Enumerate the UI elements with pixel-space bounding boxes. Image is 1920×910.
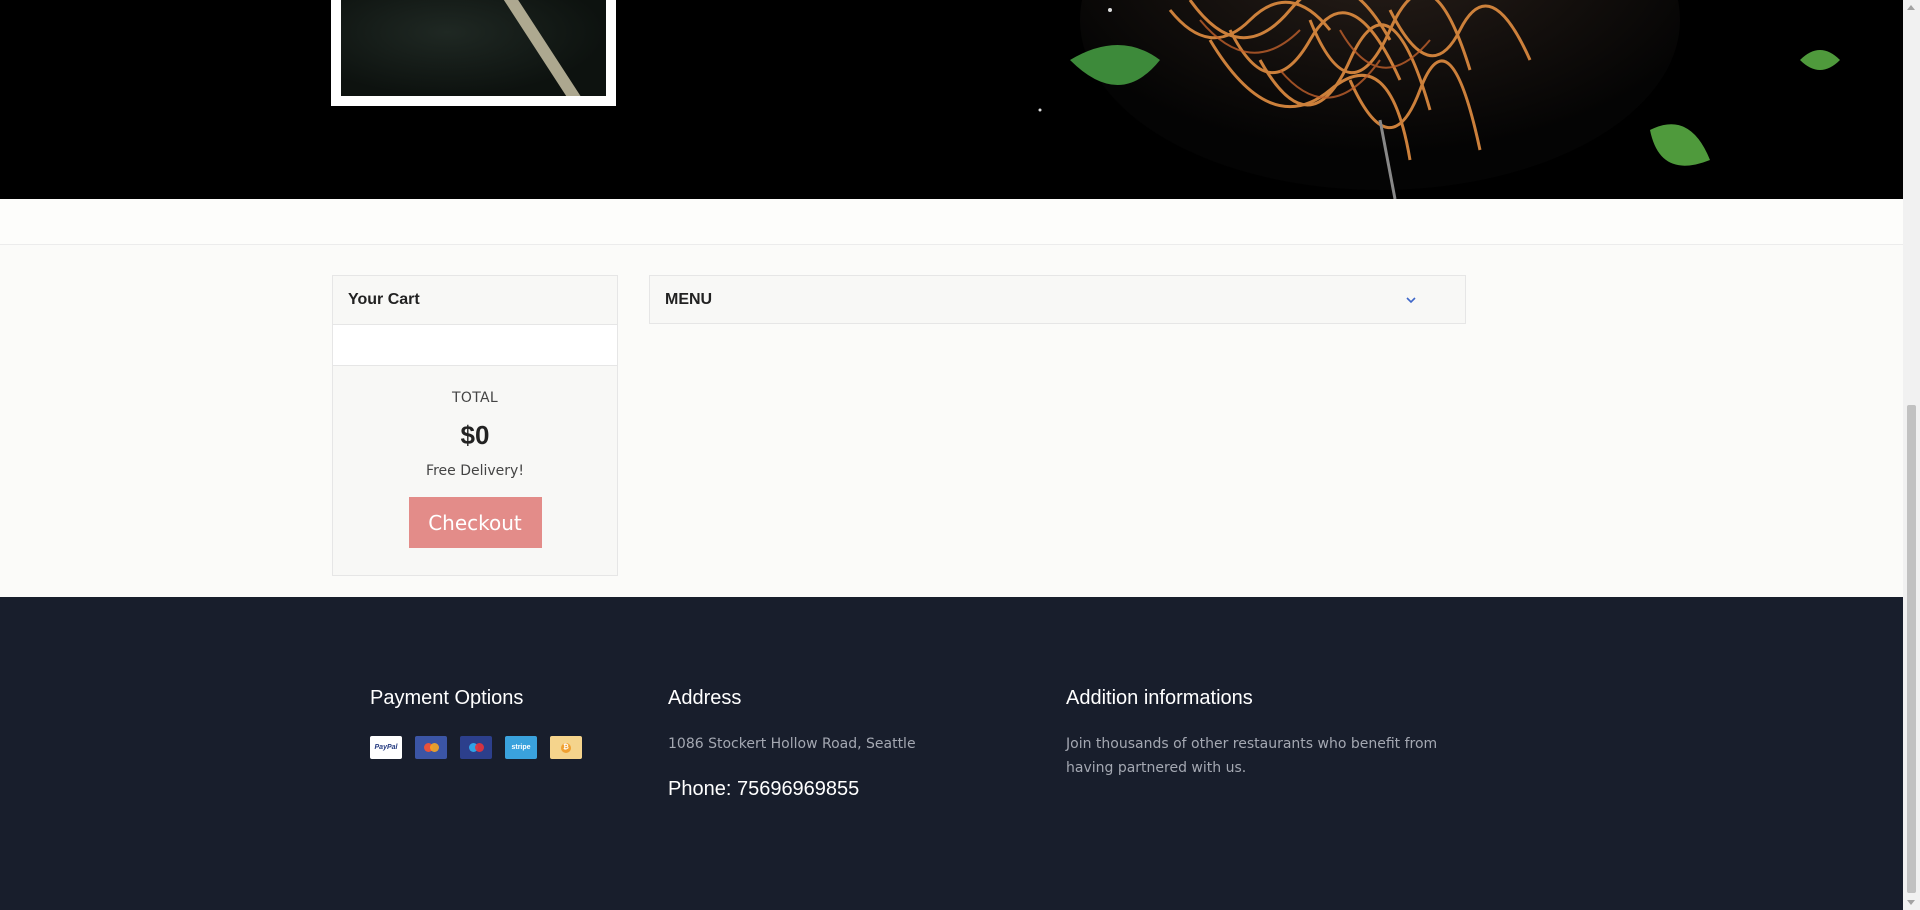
pasta-image	[1038, 0, 1840, 199]
delivery-note: Free Delivery!	[426, 463, 524, 479]
bitcoin-icon: ₿	[550, 736, 582, 759]
maestro-icon	[460, 736, 492, 759]
address-title: Address	[668, 687, 742, 709]
payment-options-title: Payment Options	[370, 687, 524, 709]
road-line-decoration	[488, 0, 586, 96]
footer: Payment Options PayPal stripe ₿ Address …	[0, 597, 1903, 910]
total-label: TOTAL	[452, 390, 498, 406]
stripe-icon: stripe	[505, 736, 537, 759]
additional-info-text: Join thousands of other restaurants who …	[1066, 736, 1438, 776]
section-spacer	[0, 199, 1903, 245]
menu-label: MENU	[665, 290, 713, 308]
payment-options-section: Payment Options PayPal stripe ₿	[370, 687, 582, 759]
checkout-button[interactable]: Checkout	[408, 497, 542, 548]
page-scrollbar[interactable]	[1903, 0, 1920, 910]
mastercard-icon	[415, 736, 447, 759]
cart-items-list	[333, 325, 617, 366]
additional-info-title: Addition informations	[1066, 687, 1253, 709]
scrollbar-thumb[interactable]	[1907, 405, 1916, 893]
address-section: Address 1086 Stockert Hollow Road, Seatt…	[668, 687, 916, 801]
cart-title: Your Cart	[333, 276, 617, 325]
cart-panel: Your Cart TOTAL $0 Free Delivery! Checko…	[332, 275, 618, 576]
menu-accordion[interactable]: MENU	[649, 275, 1466, 324]
total-value: $0	[460, 420, 490, 450]
scroll-up-icon[interactable]	[1907, 5, 1915, 10]
hero-photo-frame	[331, 0, 616, 106]
scroll-down-icon[interactable]	[1907, 900, 1915, 905]
chevron-down-icon[interactable]	[1404, 293, 1418, 307]
hero-photo	[341, 0, 606, 96]
cart-summary: TOTAL $0 Free Delivery! Checkout	[333, 390, 617, 548]
payment-icons: PayPal stripe ₿	[370, 736, 582, 759]
hero-banner	[0, 0, 1903, 199]
phone-number: Phone: 75696969855	[668, 778, 860, 800]
paypal-icon: PayPal	[370, 736, 402, 759]
additional-info-section: Addition informations Join thousands of …	[1066, 687, 1486, 780]
address-text: 1086 Stockert Hollow Road, Seattle	[668, 736, 916, 752]
